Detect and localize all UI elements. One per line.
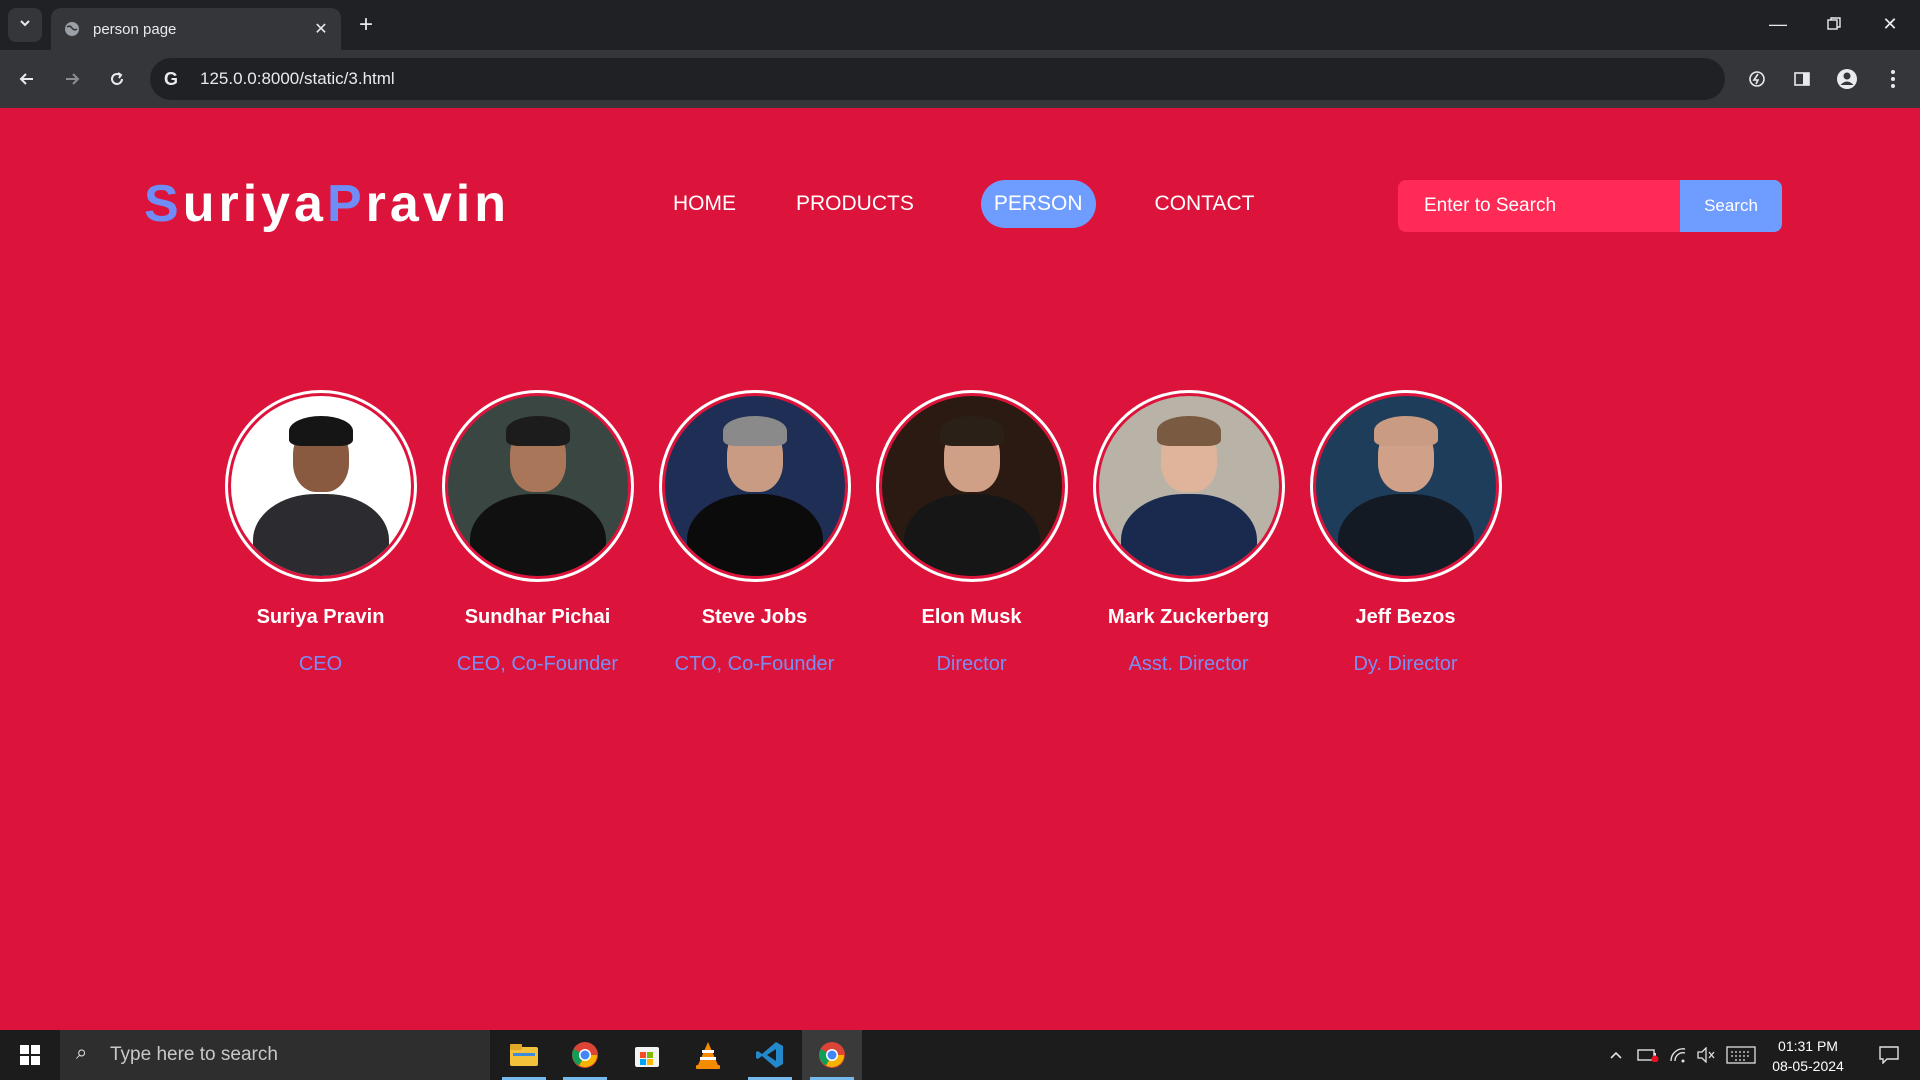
nav-products[interactable]: PRODUCTS	[783, 180, 927, 228]
person-role: CTO, Co-Founder	[674, 653, 835, 675]
photo-hair-shape	[288, 416, 353, 446]
person-role: Dy. Director	[1353, 653, 1458, 675]
new-tab-button[interactable]: +	[350, 9, 382, 41]
person-photo	[881, 396, 1062, 576]
more-menu-icon[interactable]	[1876, 62, 1910, 96]
restore-icon[interactable]	[1806, 0, 1862, 48]
search-button[interactable]: Search	[1680, 180, 1782, 232]
chrome-active-icon[interactable]	[802, 1030, 862, 1080]
person-card: Mark Zuckerberg Asst. Director	[1080, 390, 1297, 676]
person-photo	[447, 396, 628, 576]
taskbar-search-placeholder: Type here to search	[110, 1044, 278, 1065]
windows-taskbar: ⌕ Type here to search 01:31 PM 08-05-202	[0, 1030, 1920, 1080]
person-name: Suriya Pravin	[256, 606, 385, 628]
logo-first-rest: uriya	[182, 175, 327, 233]
person-role: Director	[936, 653, 1007, 675]
clock-time: 01:31 PM	[1778, 1038, 1838, 1054]
photo-hair-shape	[505, 416, 570, 446]
microsoft-store-icon[interactable]	[617, 1030, 677, 1080]
person-card: Elon Musk Director	[863, 390, 1080, 676]
person-role: CEO	[298, 653, 343, 675]
system-clock[interactable]: 01:31 PM 08-05-2024	[1758, 1030, 1858, 1080]
active-tab[interactable]: person page ✕	[51, 8, 341, 50]
person-name: Mark Zuckerberg	[1107, 606, 1270, 628]
minimize-icon[interactable]: —	[1750, 0, 1806, 48]
file-explorer-icon[interactable]	[494, 1030, 554, 1080]
notification-icon[interactable]	[1864, 1030, 1914, 1080]
person-card: Steve Jobs CTO, Co-Founder	[646, 390, 863, 676]
person-photo	[664, 396, 845, 576]
avatar-frame	[658, 390, 851, 582]
photo-body-shape	[1120, 494, 1257, 576]
photo-hair-shape	[1373, 416, 1438, 446]
site-logo[interactable]: SuriyaPravin	[144, 174, 510, 234]
keyboard-icon[interactable]	[1724, 1030, 1758, 1080]
address-text: 125.0.0:8000/static/3.html	[200, 69, 395, 88]
person-name: Sundhar Pichai	[464, 606, 611, 628]
chevron-down-icon	[18, 16, 32, 35]
windows-start-icon[interactable]	[0, 1030, 60, 1080]
forward-arrow-icon[interactable]	[55, 62, 89, 96]
photo-body-shape	[252, 494, 389, 576]
reload-icon[interactable]	[100, 62, 134, 96]
person-photo	[1098, 396, 1279, 576]
person-name: Steve Jobs	[701, 606, 808, 628]
browser-tab-bar: person page ✕ + — ✕	[0, 0, 1920, 50]
logo-initial-s: S	[144, 175, 183, 233]
close-icon[interactable]: ✕	[307, 15, 335, 43]
nav-contact[interactable]: CONTACT	[1142, 180, 1268, 228]
logo-second-rest: ravin	[365, 175, 510, 233]
chrome-icon[interactable]	[555, 1030, 615, 1080]
avatar-frame	[875, 390, 1068, 582]
person-role: Asst. Director	[1128, 653, 1249, 675]
chevron-up-icon[interactable]	[1604, 1030, 1628, 1080]
window-close-icon[interactable]: ✕	[1862, 0, 1918, 48]
avatar-frame	[441, 390, 634, 582]
extension-icon[interactable]	[1740, 62, 1774, 96]
people-list: Suriya Pravin CEO Sundhar Pichai CEO, Co-Fo…	[212, 390, 1514, 676]
nav-person[interactable]: PERSON	[980, 180, 1096, 228]
vlc-icon[interactable]	[678, 1030, 738, 1080]
photo-body-shape	[903, 494, 1040, 576]
globe-icon	[63, 20, 81, 38]
back-arrow-icon[interactable]	[10, 62, 44, 96]
speaker-muted-icon[interactable]	[1692, 1030, 1720, 1080]
person-role: CEO, Co-Founder	[456, 653, 619, 675]
nav-home[interactable]: HOME	[660, 180, 749, 228]
side-panel-icon[interactable]	[1785, 62, 1819, 96]
person-card: Sundhar Pichai CEO, Co-Founder	[429, 390, 646, 676]
person-photo	[230, 396, 411, 576]
photo-hair-shape	[939, 416, 1004, 446]
person-name: Elon Musk	[921, 606, 1022, 628]
avatar-frame	[1092, 390, 1285, 582]
person-card: Suriya Pravin CEO	[212, 390, 429, 676]
clock-date: 08-05-2024	[1772, 1058, 1844, 1074]
address-bar[interactable]: G 125.0.0:8000/static/3.html	[150, 58, 1725, 100]
tab-list-button[interactable]	[8, 8, 42, 42]
person-photo	[1315, 396, 1496, 576]
vscode-icon[interactable]	[740, 1030, 800, 1080]
page-content: SuriyaPravin HOME PRODUCTS PERSON CONTAC…	[0, 108, 1920, 1030]
browser-toolbar: G 125.0.0:8000/static/3.html	[0, 50, 1920, 108]
logo-initial-p: P	[326, 175, 366, 233]
google-icon: G	[164, 68, 179, 89]
search-form: Search	[1398, 180, 1782, 232]
photo-body-shape	[1337, 494, 1474, 576]
photo-hair-shape	[1156, 416, 1221, 446]
search-icon: ⌕	[76, 1042, 88, 1064]
avatar-frame	[224, 390, 417, 582]
photo-body-shape	[686, 494, 823, 576]
photo-hair-shape	[722, 416, 787, 446]
wifi-icon[interactable]	[1664, 1030, 1692, 1080]
avatar-frame	[1309, 390, 1502, 582]
taskbar-search[interactable]: ⌕ Type here to search	[60, 1030, 490, 1080]
photo-body-shape	[469, 494, 606, 576]
tab-title: person page	[93, 20, 177, 38]
main-nav: HOME PRODUCTS PERSON CONTACT	[660, 180, 1297, 228]
person-name: Jeff Bezos	[1355, 606, 1456, 628]
profile-icon[interactable]	[1830, 62, 1864, 96]
battery-icon[interactable]	[1634, 1030, 1662, 1080]
person-card: Jeff Bezos Dy. Director	[1297, 390, 1514, 676]
search-input[interactable]	[1398, 180, 1680, 232]
